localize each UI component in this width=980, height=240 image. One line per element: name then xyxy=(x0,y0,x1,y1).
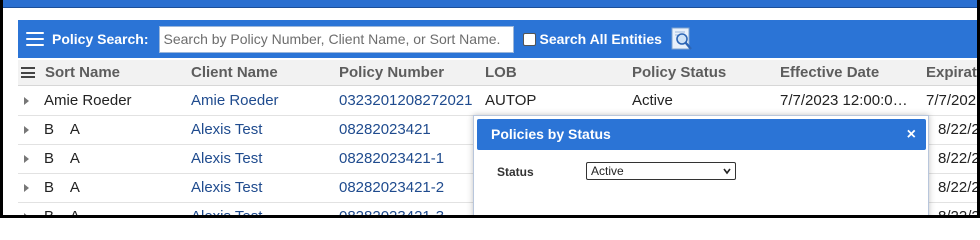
grid-header: Sort Name Client Name Policy Number LOB … xyxy=(18,60,977,86)
sort-name-cell: Amie Roeder xyxy=(44,92,132,109)
column-policy-number[interactable]: Policy Number xyxy=(339,60,444,86)
close-icon[interactable]: × xyxy=(907,119,916,150)
status-label: Status xyxy=(497,165,534,179)
policy-status-cell: Active xyxy=(632,92,673,109)
search-all-entities[interactable]: Search All Entities xyxy=(522,31,662,47)
client-name-link[interactable]: Amie Roeder xyxy=(191,87,336,116)
policy-search-input[interactable] xyxy=(158,25,514,53)
column-effective-date[interactable]: Effective Date xyxy=(780,60,879,86)
client-name-link[interactable]: Alexis Test xyxy=(191,174,336,203)
column-expiration-date[interactable]: Expirat xyxy=(926,60,977,86)
client-name-link[interactable]: Alexis Test xyxy=(191,203,336,215)
search-icon[interactable] xyxy=(671,27,693,51)
expiration-date-cell: 7/7/202 xyxy=(926,92,977,109)
expiration-date-cell: 8/22/20 xyxy=(938,179,980,196)
row-expand-icon[interactable] xyxy=(24,155,29,163)
expiration-date-cell: 8/22/20 xyxy=(938,150,980,167)
top-strip xyxy=(3,0,977,8)
row-expand-icon[interactable] xyxy=(24,126,29,134)
sort-name-cell: B A xyxy=(44,208,80,218)
column-sort-name[interactable]: Sort Name xyxy=(45,60,120,86)
lob-cell: AUTOP xyxy=(485,92,537,109)
row-expand-icon[interactable] xyxy=(24,97,29,105)
expiration-date-cell: 8/22/20 xyxy=(938,121,980,138)
search-all-entities-label[interactable]: Search All Entities xyxy=(540,31,662,47)
menu-icon[interactable] xyxy=(26,32,44,46)
column-policy-status[interactable]: Policy Status xyxy=(632,60,726,86)
chevron-down-icon xyxy=(723,168,731,175)
sort-name-cell: B A xyxy=(44,179,80,196)
policy-number-link[interactable]: 08282023421 xyxy=(339,116,484,145)
row-expand-icon[interactable] xyxy=(24,213,29,215)
table-row[interactable]: Amie Roeder Amie Roeder 0323201208272021… xyxy=(18,87,977,116)
app-frame: Policy Search: Search All Entities Sort … xyxy=(0,0,980,218)
search-all-entities-checkbox[interactable] xyxy=(522,32,536,46)
dialog-title: Policies by Status xyxy=(491,126,611,142)
client-name-link[interactable]: Alexis Test xyxy=(191,145,336,174)
policy-number-link[interactable]: 08282023421-3 xyxy=(339,203,484,215)
policy-number-link[interactable]: 08282023421-2 xyxy=(339,174,484,203)
column-client-name[interactable]: Client Name xyxy=(191,60,278,86)
policy-number-link[interactable]: 08282023421-1 xyxy=(339,145,484,174)
dialog-titlebar[interactable]: Policies by Status × xyxy=(477,119,926,150)
policy-number-link[interactable]: 0323201208272021 xyxy=(339,87,484,116)
expiration-date-cell: 8/22/20 xyxy=(938,208,980,218)
status-select-value: Active xyxy=(591,164,624,178)
sort-name-cell: B A xyxy=(44,150,80,167)
column-lob[interactable]: LOB xyxy=(485,60,517,86)
column-menu-icon[interactable] xyxy=(21,67,35,78)
effective-date-cell: 7/7/2023 12:00:0… xyxy=(780,92,908,109)
sort-name-cell: B A xyxy=(44,121,80,138)
policies-by-status-dialog: Policies by Status × Status Active xyxy=(473,115,929,215)
client-name-link[interactable]: Alexis Test xyxy=(191,116,336,145)
policy-search-bar: Policy Search: Search All Entities xyxy=(18,20,977,58)
policy-search-label: Policy Search: xyxy=(52,31,149,47)
row-expand-icon[interactable] xyxy=(24,184,29,192)
status-select[interactable]: Active xyxy=(586,162,736,180)
